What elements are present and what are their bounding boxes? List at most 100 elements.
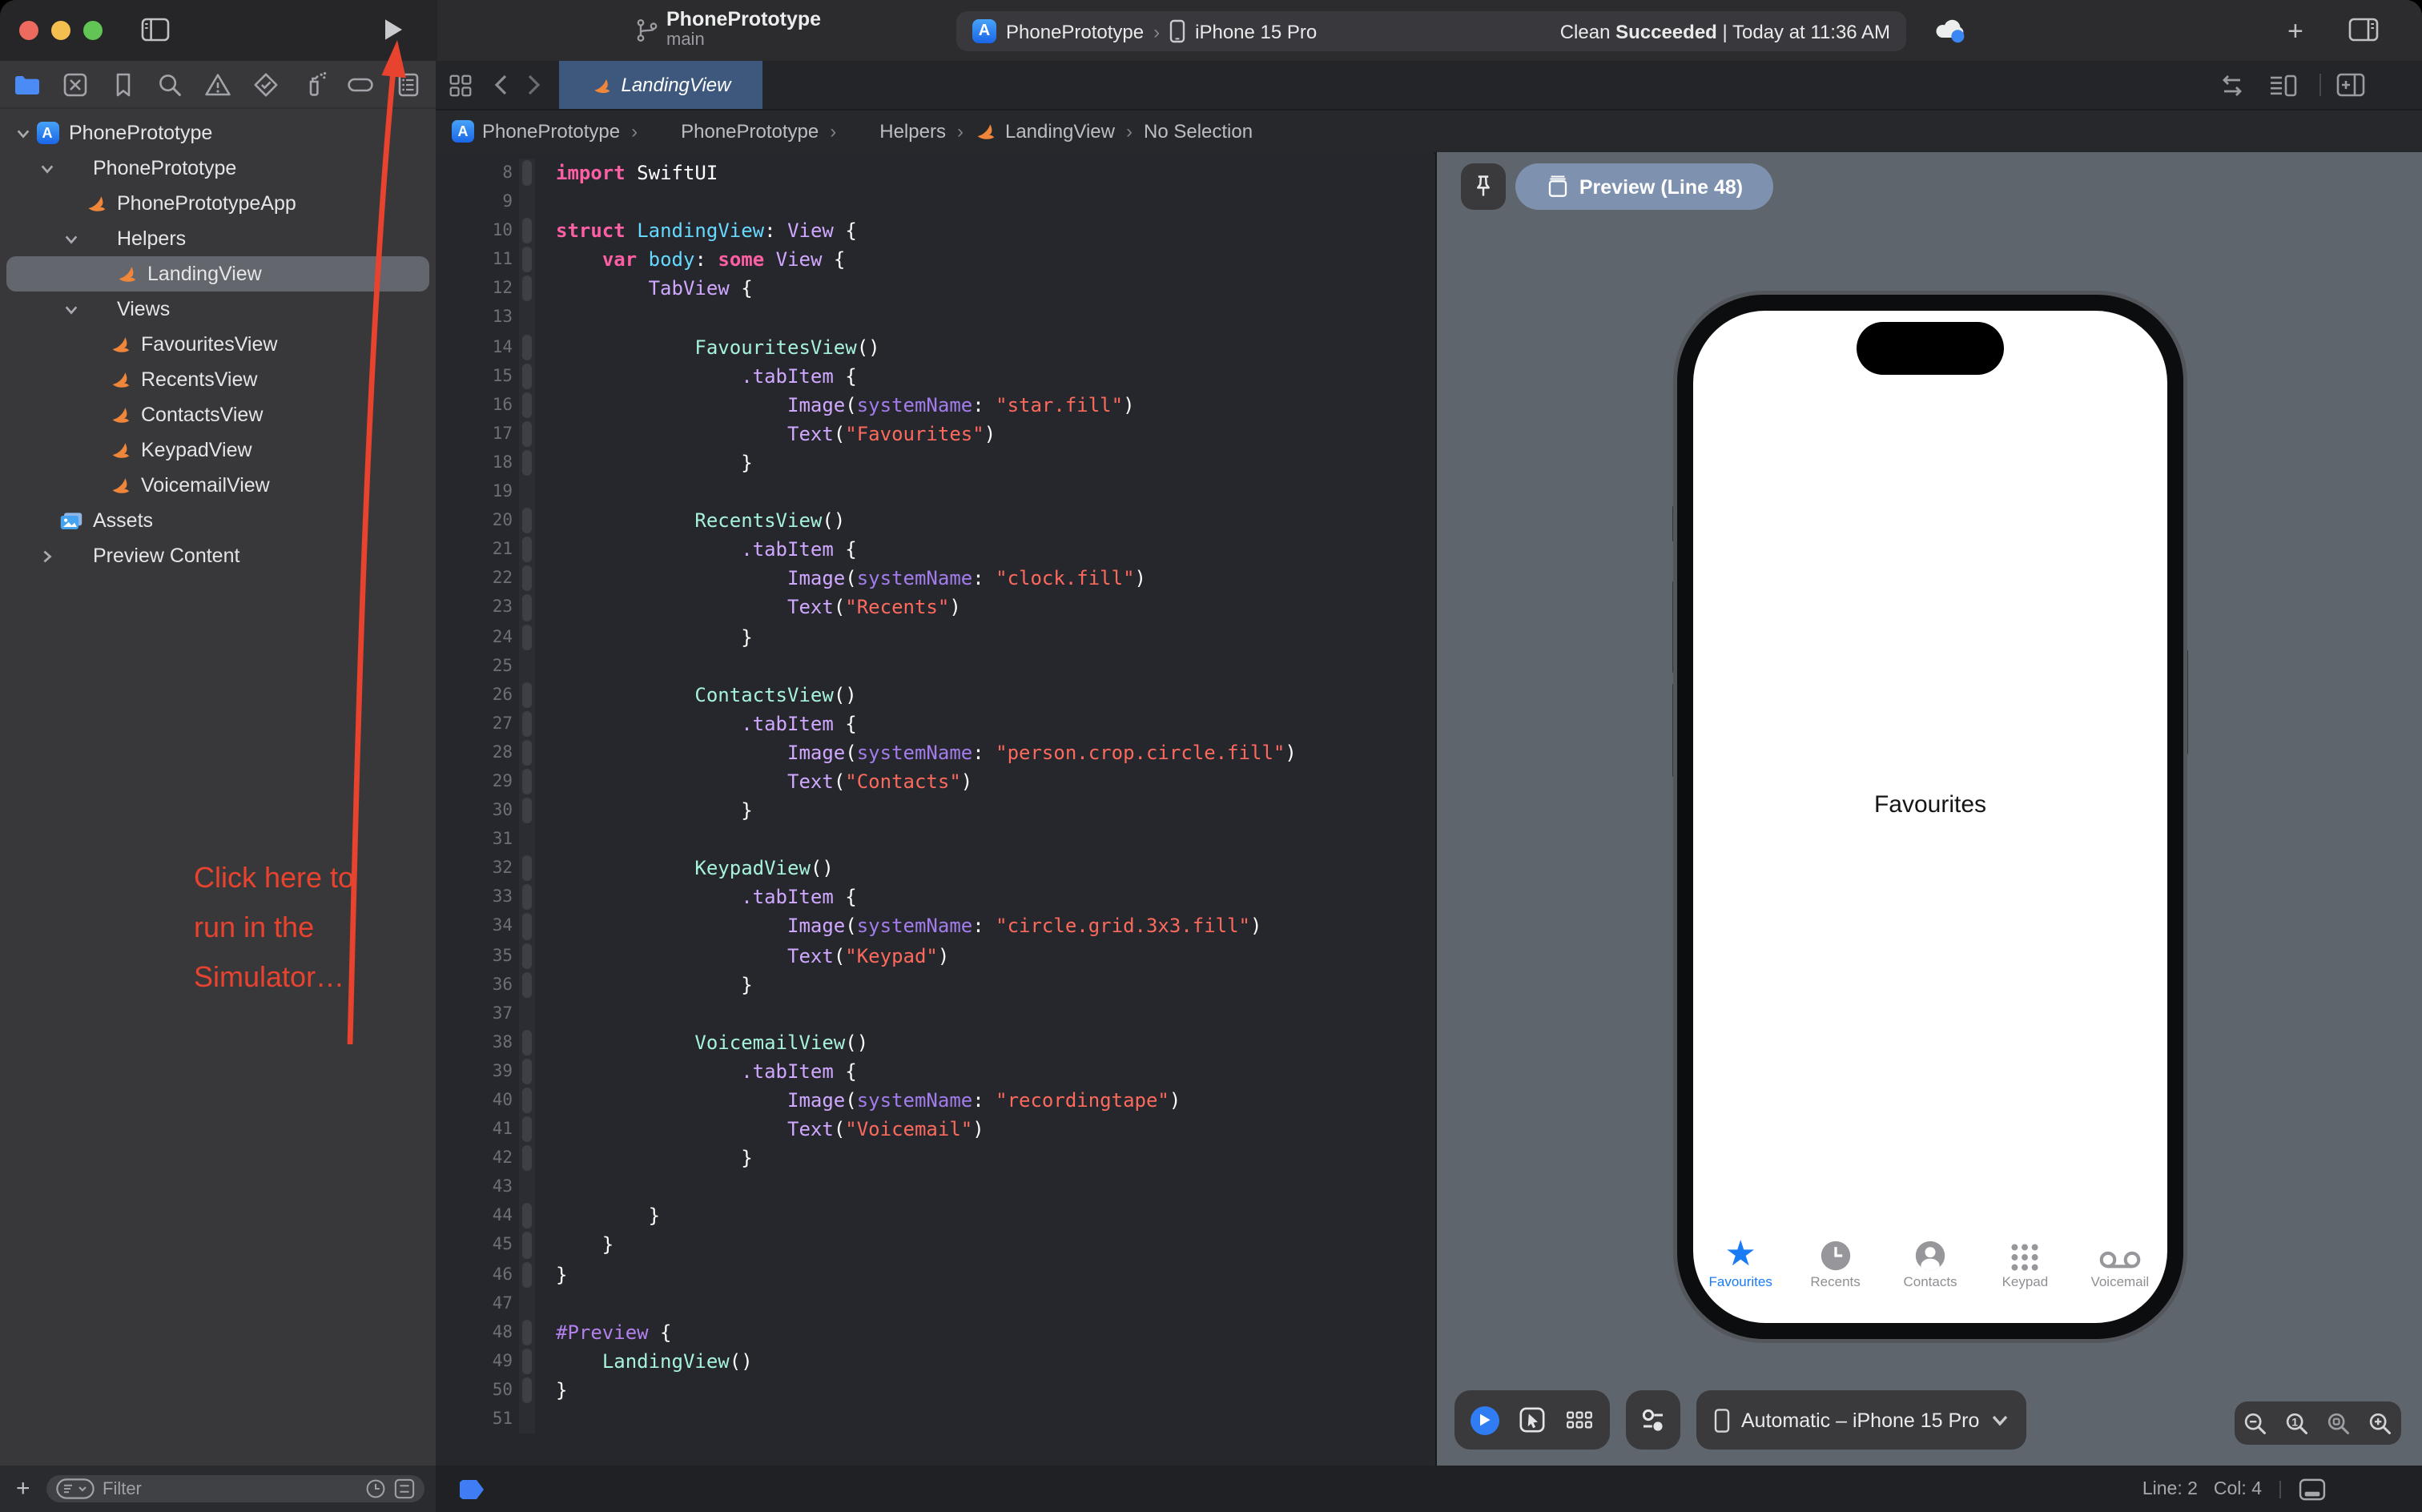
phone-tab-contacts[interactable]: Contacts: [1883, 1233, 1977, 1310]
code-fold-gutter[interactable]: [519, 1405, 535, 1434]
zoom-in-icon[interactable]: [2368, 1410, 2393, 1436]
close-window-button[interactable]: [19, 21, 38, 40]
code-fold-gutter[interactable]: [519, 766, 535, 797]
sidebar-item-phoneprototypeapp[interactable]: PhonePrototypeApp: [0, 186, 436, 221]
breadcrumb-item-phoneprototype[interactable]: A PhonePrototype: [452, 120, 620, 143]
code-line-51[interactable]: 51: [436, 1405, 1434, 1434]
selectable-mode-icon[interactable]: [1519, 1406, 1546, 1434]
code-fold-gutter[interactable]: [519, 1346, 535, 1376]
live-preview-button[interactable]: [1470, 1405, 1499, 1434]
disclosure-closed-icon[interactable]: [37, 549, 58, 563]
breadcrumb-item-phoneprototype[interactable]: PhonePrototype: [649, 120, 819, 143]
issues-navigator-icon[interactable]: [203, 70, 232, 99]
code-line-19[interactable]: 19: [436, 477, 1434, 507]
code-fold-gutter[interactable]: [519, 187, 535, 217]
source-control-navigator-icon[interactable]: [61, 70, 90, 99]
code-line-48[interactable]: 48 #Preview {: [436, 1317, 1434, 1347]
sidebar-item-contactsview[interactable]: ContactsView: [0, 397, 436, 432]
code-line-32[interactable]: 32 KeypadView(): [436, 854, 1434, 883]
code-fold-gutter[interactable]: [519, 999, 535, 1028]
disclosure-open-icon[interactable]: [61, 231, 82, 246]
code-fold-gutter[interactable]: [519, 159, 535, 188]
sidebar-item-favouritesview[interactable]: FavouritesView: [0, 327, 436, 362]
code-line-22[interactable]: 22 Image(systemName: "clock.fill"): [436, 564, 1434, 593]
add-file-button[interactable]: +: [16, 1475, 30, 1502]
phone-tab-voicemail[interactable]: Voicemail: [2073, 1233, 2167, 1310]
code-line-43[interactable]: 43: [436, 1172, 1434, 1202]
bookmarks-navigator-icon[interactable]: [108, 70, 137, 99]
minimize-window-button[interactable]: [51, 21, 70, 40]
code-line-14[interactable]: 14 FavouritesView(): [436, 332, 1434, 362]
code-line-42[interactable]: 42 }: [436, 1144, 1434, 1173]
code-line-36[interactable]: 36 }: [436, 970, 1434, 999]
code-fold-gutter[interactable]: [519, 1172, 535, 1202]
code-line-24[interactable]: 24 }: [436, 622, 1434, 652]
phone-tab-recents[interactable]: Recents: [1788, 1233, 1882, 1310]
toggle-right-sidebar-icon[interactable]: [2348, 18, 2379, 42]
disclosure-open-icon[interactable]: [13, 126, 34, 140]
toggle-debug-area-icon[interactable]: [2299, 1478, 2326, 1500]
sidebar-item-helpers[interactable]: Helpers: [0, 221, 436, 256]
filter-field[interactable]: Filter: [46, 1475, 424, 1502]
code-line-10[interactable]: 10 struct LandingView: View {: [436, 216, 1434, 246]
code-fold-gutter[interactable]: [519, 911, 535, 942]
code-line-29[interactable]: 29 Text("Contacts"): [436, 766, 1434, 797]
code-line-18[interactable]: 18 }: [436, 448, 1434, 478]
sidebar-item-landingview[interactable]: LandingView: [6, 256, 429, 292]
code-line-39[interactable]: 39 .tabItem {: [436, 1056, 1434, 1086]
code-fold-gutter[interactable]: [519, 419, 535, 448]
sidebar-item-views[interactable]: Views: [0, 292, 436, 327]
scm-status-filter-icon[interactable]: [394, 1478, 415, 1499]
code-line-35[interactable]: 35 Text("Keypad"): [436, 941, 1434, 971]
phone-tab-keypad[interactable]: Keypad: [1977, 1233, 2072, 1310]
code-fold-gutter[interactable]: [519, 216, 535, 246]
code-fold-gutter[interactable]: [519, 448, 535, 478]
sidebar-item-assets[interactable]: Assets: [0, 503, 436, 538]
code-fold-gutter[interactable]: [519, 883, 535, 912]
code-line-20[interactable]: 20 RecentsView(): [436, 506, 1434, 536]
code-line-9[interactable]: 9: [436, 187, 1434, 217]
phone-tab-favourites[interactable]: ★ Favourites: [1693, 1233, 1788, 1310]
scheme-selector[interactable]: PhonePrototype: [1006, 20, 1144, 42]
swap-editor-icon[interactable]: [2219, 74, 2246, 98]
code-line-30[interactable]: 30 }: [436, 796, 1434, 826]
code-line-23[interactable]: 23 Text("Recents"): [436, 593, 1434, 622]
code-line-28[interactable]: 28 Image(systemName: "person.crop.circle…: [436, 738, 1434, 767]
zoom-fit-icon[interactable]: [2326, 1410, 2352, 1436]
code-line-44[interactable]: 44 }: [436, 1201, 1434, 1231]
code-line-25[interactable]: 25: [436, 651, 1434, 681]
debug-navigator-icon[interactable]: [299, 70, 328, 99]
code-fold-gutter[interactable]: [519, 477, 535, 507]
code-fold-gutter[interactable]: [519, 1201, 535, 1231]
tags-navigator-icon[interactable]: [347, 70, 376, 99]
code-line-40[interactable]: 40 Image(systemName: "recordingtape"): [436, 1086, 1434, 1116]
code-fold-gutter[interactable]: [519, 796, 535, 826]
add-editor-icon[interactable]: [2336, 72, 2366, 98]
code-line-27[interactable]: 27 .tabItem {: [436, 709, 1434, 738]
code-line-41[interactable]: 41 Text("Voicemail"): [436, 1115, 1434, 1144]
code-line-8[interactable]: 8 import SwiftUI: [436, 159, 1434, 188]
code-line-47[interactable]: 47: [436, 1289, 1434, 1318]
disclosure-open-icon[interactable]: [37, 161, 58, 175]
sidebar-item-recentsview[interactable]: RecentsView: [0, 362, 436, 397]
sidebar-item-keypadview[interactable]: KeypadView: [0, 432, 436, 468]
code-fold-gutter[interactable]: [519, 622, 535, 652]
reports-navigator-icon[interactable]: [394, 70, 423, 99]
code-line-34[interactable]: 34 Image(systemName: "circle.grid.3x3.fi…: [436, 911, 1434, 942]
code-fold-gutter[interactable]: [519, 1260, 535, 1289]
tab-landingview[interactable]: LandingView: [559, 61, 762, 109]
code-editor[interactable]: 8 import SwiftUI 9 10 struct LandingView: Vi…: [436, 152, 1434, 1466]
add-tab-button[interactable]: +: [2287, 16, 2303, 48]
code-line-17[interactable]: 17 Text("Favourites"): [436, 419, 1434, 448]
breadcrumb-item-no-selection[interactable]: No Selection: [1144, 120, 1253, 143]
code-fold-gutter[interactable]: [519, 506, 535, 536]
preview-device-menu[interactable]: Automatic – iPhone 15 Pro: [1696, 1390, 2026, 1450]
device-settings-icon[interactable]: [1639, 1405, 1668, 1434]
code-line-21[interactable]: 21 .tabItem {: [436, 535, 1434, 565]
editor-options-icon[interactable]: [2268, 72, 2299, 99]
zoom-out-icon[interactable]: [2243, 1410, 2268, 1436]
breadcrumb-item-landingview[interactable]: LandingView: [975, 120, 1115, 143]
breadcrumb-item-helpers[interactable]: Helpers: [847, 120, 946, 143]
code-fold-gutter[interactable]: [519, 1144, 535, 1173]
code-fold-gutter[interactable]: [519, 361, 535, 391]
